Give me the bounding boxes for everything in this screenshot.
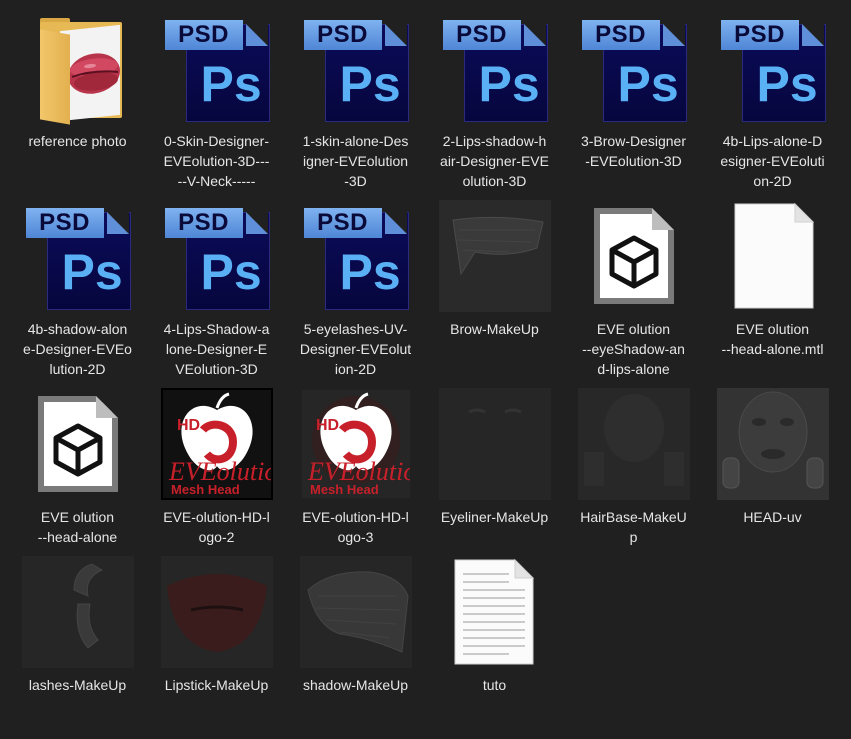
file-label: EVE-olution-HD-l ogo-3 xyxy=(302,509,409,545)
svg-text:HD: HD xyxy=(316,417,339,434)
file-item-brow-makeup[interactable]: Brow-MakeUp xyxy=(425,200,564,339)
file-label: 3-Brow-Designer -EVEolution-3D xyxy=(580,133,687,169)
file-label: HEAD-uv xyxy=(743,509,802,525)
file-item-logo-2[interactable]: HD EVEolution Mesh Head EVE-olution-HD-l… xyxy=(147,388,286,547)
text-document-icon xyxy=(439,556,551,668)
file-label: Lipstick-MakeUp xyxy=(164,677,269,693)
folder-photo-icon xyxy=(22,12,134,125)
psd-file-icon: PSD Ps xyxy=(161,12,273,124)
file-label: Brow-MakeUp xyxy=(450,321,539,337)
file-label: HairBase-MakeU p xyxy=(580,509,687,545)
texture-thumbnail-icon xyxy=(438,200,551,312)
file-label: 4b-Lips-alone-D esigner-EVEoluti on-2D xyxy=(720,133,825,189)
3d-object-file-icon xyxy=(22,388,134,500)
texture-thumbnail-icon xyxy=(21,556,134,668)
file-item-psd[interactable]: PSD Ps 1-skin-alone-Des igner-EVEolution… xyxy=(286,12,425,191)
file-item-mtl[interactable]: EVE olution --head-alone.mtl xyxy=(703,200,842,359)
file-item-head-obj[interactable]: EVE olution --head-alone xyxy=(8,388,147,547)
file-item-psd[interactable]: PSD Ps 2-Lips-shadow-h air-Designer-EVE … xyxy=(425,12,564,191)
psd-file-icon: PSD Ps xyxy=(439,12,551,124)
file-label: 4-Lips-Shadow-a lone-Designer-E VEolutio… xyxy=(163,321,270,377)
file-label: tuto xyxy=(482,677,507,693)
file-item-psd[interactable]: PSD Ps 5-eyelashes-UV- Designer-EVEolut … xyxy=(286,200,425,379)
logo-thumbnail-icon: HD EVEolution Mesh Head xyxy=(160,388,273,500)
texture-thumbnail-icon xyxy=(438,388,551,500)
texture-thumbnail-icon xyxy=(299,556,412,668)
file-label: EVE-olution-HD-l ogo-2 xyxy=(163,509,270,545)
svg-text:HD: HD xyxy=(177,417,200,434)
texture-thumbnail-icon xyxy=(716,388,829,500)
file-item-lipstick-makeup[interactable]: Lipstick-MakeUp xyxy=(147,556,286,695)
psd-file-icon: PSD Ps xyxy=(300,200,412,312)
file-item-psd[interactable]: PSD Ps 3-Brow-Designer -EVEolution-3D xyxy=(564,12,703,171)
file-item-reference-photo[interactable]: reference photo xyxy=(8,12,147,151)
svg-text:Mesh Head: Mesh Head xyxy=(310,482,379,497)
logo-thumbnail-icon: HD EVEolution Mesh Head xyxy=(300,388,412,500)
svg-text:Mesh Head: Mesh Head xyxy=(171,482,240,497)
file-item-eyeliner-makeup[interactable]: Eyeliner-MakeUp xyxy=(425,388,564,527)
file-label: EVE olution --head-alone.mtl xyxy=(721,321,824,357)
file-label: lashes-MakeUp xyxy=(28,677,127,693)
file-item-psd[interactable]: PSD Ps 4b-shadow-alon e-Designer-EVEo lu… xyxy=(8,200,147,379)
texture-thumbnail-icon xyxy=(160,556,273,668)
file-item-hairbase-makeup[interactable]: HairBase-MakeU p xyxy=(564,388,703,547)
blank-document-icon xyxy=(717,200,829,312)
file-item-psd[interactable]: PSD Ps 4-Lips-Shadow-a lone-Designer-E V… xyxy=(147,200,286,379)
file-label: 4b-shadow-alon e-Designer-EVEo lution-2D xyxy=(23,321,132,377)
file-item-lashes-makeup[interactable]: lashes-MakeUp xyxy=(8,556,147,695)
file-item-head-uv[interactable]: HEAD-uv xyxy=(703,388,842,527)
psd-file-icon: PSD Ps xyxy=(717,12,829,124)
file-label: shadow-MakeUp xyxy=(302,677,409,693)
file-label: 1-skin-alone-Des igner-EVEolution -3D xyxy=(302,133,409,189)
file-item-logo-3[interactable]: HD EVEolution Mesh Head EVE-olution-HD-l… xyxy=(286,388,425,547)
file-label: Eyeliner-MakeUp xyxy=(440,509,549,525)
file-item-psd[interactable]: PSD Ps 0-Skin-Designer- EVEolution-3D---… xyxy=(147,12,286,191)
file-item-tuto[interactable]: tuto xyxy=(425,556,564,695)
psd-file-icon: PSD Ps xyxy=(22,200,134,312)
file-label: 0-Skin-Designer- EVEolution-3D--- --V-Ne… xyxy=(163,133,270,189)
file-item-eyeshadow-obj[interactable]: EVE olution --eyeShadow-an d-lips-alone xyxy=(564,200,703,379)
psd-file-icon: PSD Ps xyxy=(161,200,273,312)
file-label: EVE olution --eyeShadow-an d-lips-alone xyxy=(582,321,685,377)
file-label: 2-Lips-shadow-h air-Designer-EVE olution… xyxy=(440,133,549,189)
file-item-shadow-makeup[interactable]: shadow-MakeUp xyxy=(286,556,425,695)
file-grid: reference photo PSD Ps 0-Skin-Designer- … xyxy=(0,0,851,739)
psd-file-icon: PSD Ps xyxy=(578,12,690,124)
file-label: EVE olution --head-alone xyxy=(37,509,118,545)
file-label: 5-eyelashes-UV- Designer-EVEolut ion-2D xyxy=(299,321,412,377)
file-label: reference photo xyxy=(28,133,127,149)
texture-thumbnail-icon xyxy=(577,388,690,500)
3d-object-file-icon xyxy=(578,200,690,312)
psd-file-icon: PSD Ps xyxy=(300,12,412,124)
file-item-psd[interactable]: PSD Ps 4b-Lips-alone-D esigner-EVEoluti … xyxy=(703,12,842,191)
